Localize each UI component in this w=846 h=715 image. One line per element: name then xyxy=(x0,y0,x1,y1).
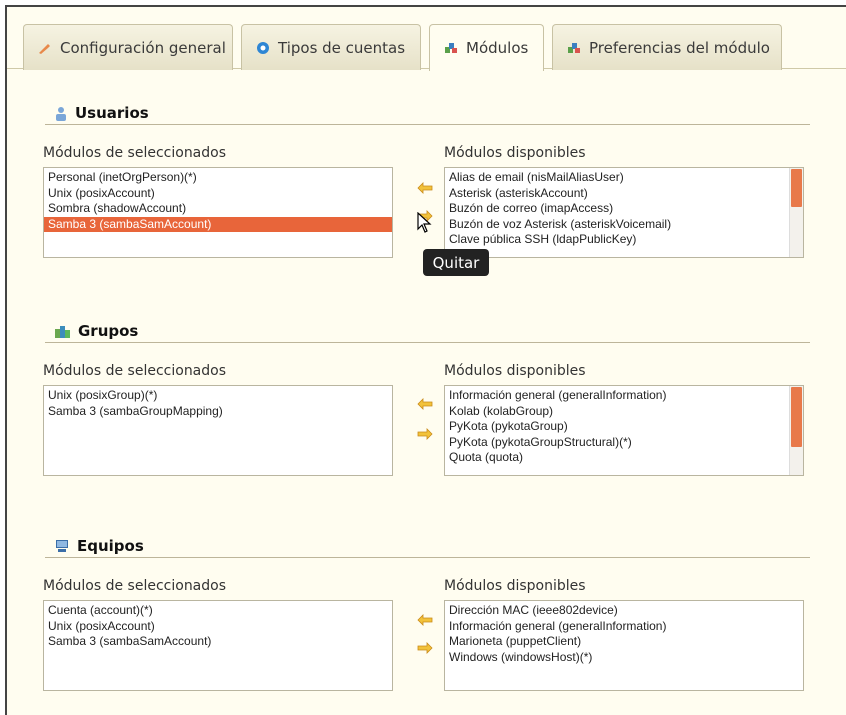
main-panel: Configuración general Tipos de cuentas M… xyxy=(5,5,846,715)
list-item[interactable]: Unix (posixAccount) xyxy=(48,186,388,202)
tab-bar: Configuración general Tipos de cuentas M… xyxy=(7,7,846,71)
list-item[interactable]: Personal (inetOrgPerson)(*) xyxy=(48,170,388,186)
remove-arrow-icon[interactable] xyxy=(417,427,433,441)
module-prefs-icon xyxy=(568,42,580,53)
list-item[interactable]: Asterisk (asteriskAccount) xyxy=(449,186,799,202)
list-item[interactable]: Marioneta (puppetClient) xyxy=(449,634,799,650)
list-item[interactable]: PyKota (pykotaGroupStructural)(*) xyxy=(449,435,799,451)
tab-label: Tipos de cuentas xyxy=(278,38,406,57)
scrollbar-thumb[interactable] xyxy=(791,387,802,447)
list-item[interactable]: Unix (posixGroup)(*) xyxy=(48,388,388,404)
list-item[interactable]: Clave pública SSH (ldapPublicKey) xyxy=(449,232,799,248)
section-groups-title: Grupos xyxy=(55,322,138,340)
add-arrow-icon[interactable] xyxy=(417,613,433,627)
scrollbar-thumb[interactable] xyxy=(791,169,802,207)
list-item[interactable]: Cuenta (account)(*) xyxy=(48,603,388,619)
available-modules-label: Módulos disponibles xyxy=(444,363,586,379)
list-item-selected[interactable]: Samba 3 (sambaSamAccount) xyxy=(44,216,392,232)
add-arrow-icon[interactable] xyxy=(417,397,433,411)
section-hosts-title: Equipos xyxy=(55,537,144,555)
tab-modules[interactable]: Módulos xyxy=(429,24,544,71)
list-item[interactable]: PyKota (pykotaGroup) xyxy=(449,419,799,435)
divider xyxy=(45,124,810,125)
hosts-available-list[interactable]: Dirección MAC (ieee802device) Informació… xyxy=(444,600,804,691)
user-icon xyxy=(56,106,66,121)
tab-label: Módulos xyxy=(466,39,529,57)
tab-general-config[interactable]: Configuración general xyxy=(23,24,233,70)
list-item[interactable]: Información general (generalInformation) xyxy=(449,388,799,404)
remove-arrow-icon[interactable] xyxy=(417,641,433,655)
group-icon xyxy=(55,326,70,338)
divider xyxy=(45,557,810,558)
available-modules-label: Módulos disponibles xyxy=(444,578,586,594)
available-modules-label: Módulos disponibles xyxy=(444,145,586,161)
users-selected-list[interactable]: Personal (inetOrgPerson)(*) Unix (posixA… xyxy=(43,167,393,258)
list-item[interactable]: Quota (quota) xyxy=(449,450,799,466)
section-title-text: Equipos xyxy=(77,537,144,555)
selected-modules-label: Módulos de seleccionados xyxy=(43,363,227,379)
list-item[interactable]: Sombra (shadowAccount) xyxy=(48,201,388,217)
computer-icon xyxy=(56,540,68,552)
section-users-title: Usuarios xyxy=(55,104,149,122)
divider xyxy=(45,342,810,343)
tab-account-types[interactable]: Tipos de cuentas xyxy=(241,24,421,70)
section-title-text: Grupos xyxy=(78,322,139,340)
selected-modules-label: Módulos de seleccionados xyxy=(43,145,227,161)
scrollbar[interactable] xyxy=(789,386,803,475)
list-item[interactable]: Dirección MAC (ieee802device) xyxy=(449,603,799,619)
list-item[interactable]: Samba 3 (sambaGroupMapping) xyxy=(48,404,388,420)
modules-icon xyxy=(445,43,457,53)
account-types-icon xyxy=(257,41,269,54)
tooltip: Quitar xyxy=(423,249,489,276)
scrollbar[interactable] xyxy=(789,168,803,257)
tab-module-preferences[interactable]: Preferencias del módulo xyxy=(552,24,782,70)
section-title-text: Usuarios xyxy=(75,104,149,122)
tab-label: Configuración general xyxy=(60,38,226,57)
list-item[interactable]: Unix (posixAccount) xyxy=(48,619,388,635)
list-item[interactable]: Información general (generalInformation) xyxy=(449,619,799,635)
wrench-icon xyxy=(39,43,50,54)
users-available-list[interactable]: Alias de email (nisMailAliasUser) Asteri… xyxy=(444,167,804,258)
list-item[interactable]: Alias de email (nisMailAliasUser) xyxy=(449,170,799,186)
list-item[interactable]: Windows (windowsHost)(*) xyxy=(449,650,799,666)
list-item[interactable]: Buzón de correo (imapAccess) xyxy=(449,201,799,217)
mouse-cursor-icon xyxy=(417,212,432,233)
list-item[interactable]: Buzón de voz Asterisk (asteriskVoicemail… xyxy=(449,217,799,233)
hosts-selected-list[interactable]: Cuenta (account)(*) Unix (posixAccount) … xyxy=(43,600,393,691)
selected-modules-label: Módulos de seleccionados xyxy=(43,578,227,594)
list-item[interactable]: Kolab (kolabGroup) xyxy=(449,404,799,420)
groups-available-list[interactable]: Información general (generalInformation)… xyxy=(444,385,804,476)
list-item[interactable]: Samba 3 (sambaSamAccount) xyxy=(48,634,388,650)
tab-label: Preferencias del módulo xyxy=(589,38,770,57)
add-arrow-icon[interactable] xyxy=(417,181,433,195)
groups-selected-list[interactable]: Unix (posixGroup)(*) Samba 3 (sambaGroup… xyxy=(43,385,393,476)
